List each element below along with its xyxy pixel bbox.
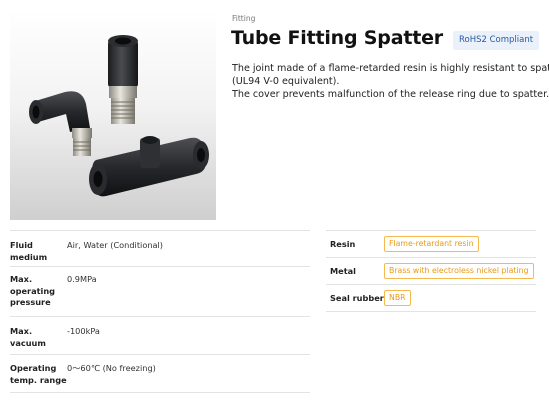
spec-label: Operating temp. range bbox=[10, 363, 67, 385]
spec-row-fluid-medium: Fluid medium Air, Water (Conditional) bbox=[10, 231, 310, 267]
material-row-metal: Metal Brass with electroless nickel plat… bbox=[326, 258, 536, 285]
product-description: The joint made of a flame-retarded resin… bbox=[232, 62, 549, 102]
category-label: Fitting bbox=[232, 14, 256, 23]
product-image bbox=[10, 10, 216, 220]
rohs-badge: RoHS2 Compliant bbox=[453, 31, 540, 50]
page-title: Tube Fitting Spatter bbox=[231, 27, 443, 49]
material-label: Resin bbox=[330, 239, 356, 249]
spec-label: Max. vacuum bbox=[10, 326, 46, 348]
fittings-photo-icon bbox=[29, 35, 209, 197]
material-tag: Flame-retardant resin bbox=[384, 236, 479, 252]
spec-value: 0.9MPa bbox=[67, 274, 97, 284]
spec-row-max-pressure: Max. operating pressure 0.9MPa bbox=[10, 267, 310, 317]
material-row-seal: Seal rubber NBR bbox=[326, 285, 536, 312]
spec-row-temp-range: Operating temp. range 0〜60℃ (No freezing… bbox=[10, 355, 310, 393]
spec-table: Fluid medium Air, Water (Conditional) Ma… bbox=[10, 230, 310, 393]
spec-value: 0〜60℃ (No freezing) bbox=[67, 363, 156, 373]
material-label: Metal bbox=[330, 266, 356, 276]
spec-row-max-vacuum: Max. vacuum -100kPa bbox=[10, 317, 310, 355]
description-line: The cover prevents malfunction of the re… bbox=[232, 89, 549, 101]
spec-value: Air, Water (Conditional) bbox=[67, 240, 164, 250]
materials-table: Resin Flame-retardant resin Metal Brass … bbox=[326, 230, 536, 312]
spec-label: Max. operating pressure bbox=[10, 274, 56, 307]
description-line: (UL94 V-0 equivalent). bbox=[232, 76, 340, 88]
spec-value: -100kPa bbox=[67, 326, 100, 336]
material-label: Seal rubber bbox=[330, 293, 384, 303]
material-tag: NBR bbox=[384, 290, 411, 306]
description-line: The joint made of a flame-retarded resin… bbox=[232, 63, 549, 74]
spec-label: Fluid medium bbox=[10, 240, 48, 262]
material-row-resin: Resin Flame-retardant resin bbox=[326, 231, 536, 258]
material-tag: Brass with electroless nickel plating bbox=[384, 263, 534, 279]
